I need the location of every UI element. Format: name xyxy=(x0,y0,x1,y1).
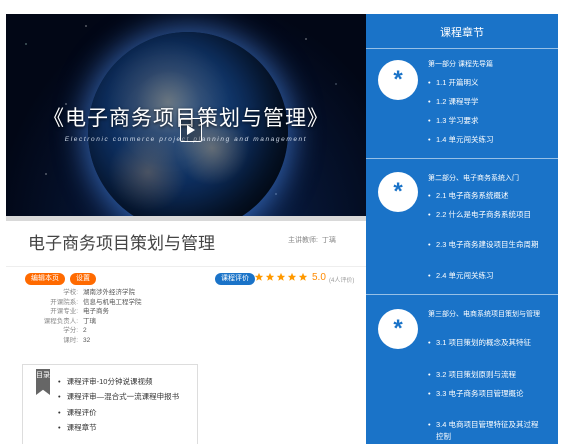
meta-label: 学校: xyxy=(63,289,78,296)
panel-divider xyxy=(366,48,558,49)
chapter-1-item-3[interactable]: • 1.3 学习要求 xyxy=(428,115,548,127)
meta-value: 湖南涉外经济学院 xyxy=(83,289,135,296)
course-meta-list: 学校: 湖南涉外经济学院 开课院系: 信息与机电工程学院 开课专业: 电子商务 … xyxy=(30,288,142,346)
toc-item-review-video[interactable]: 课程评审-10分钟说课视频 xyxy=(58,374,179,389)
star-icon xyxy=(254,272,264,281)
toc-item-chapters[interactable]: 课程章节 xyxy=(58,420,179,435)
meta-value: 32 xyxy=(83,336,91,344)
play-button[interactable] xyxy=(180,118,202,142)
star-icon xyxy=(298,272,308,281)
chapter-panel-title: 课程章节 xyxy=(440,27,484,39)
meta-label: 学分: xyxy=(63,327,78,335)
chapter-3-item-3[interactable]: • 3.3 电子商务项目管理概论 xyxy=(428,388,548,400)
meta-row-major: 开课专业: 电子商务 xyxy=(30,307,142,317)
meta-row-hours: 课时: 32 xyxy=(30,336,142,346)
teacher-label: 主讲教师: xyxy=(288,237,318,244)
toc-item-evaluation[interactable]: 课程评价 xyxy=(58,405,179,420)
chapter-1-item-1[interactable]: • 1.1 开篇明义 xyxy=(428,77,548,89)
chapter-2-icon: * xyxy=(378,172,418,212)
chapter-1-icon: * xyxy=(378,60,418,100)
course-evaluation-button[interactable]: 课程评价 xyxy=(215,273,255,285)
meta-value: 丁璃 xyxy=(83,317,96,325)
video-progress-bar[interactable] xyxy=(6,216,366,221)
rating-stars xyxy=(254,272,308,282)
chapter-1-item-4[interactable]: • 1.4 单元闯关练习 xyxy=(428,134,548,146)
panel-divider xyxy=(366,158,558,159)
meta-label: 开课院系: xyxy=(50,298,78,306)
star-icon xyxy=(276,272,286,281)
toc-item-application[interactable]: 课程评审—混合式一流课程申报书 xyxy=(58,389,180,404)
chapter-3-item-2[interactable]: • 3.2 项目策划原则与流程 xyxy=(428,369,548,381)
teacher-name[interactable]: 丁璃 xyxy=(322,237,336,244)
chapter-3-item-1[interactable]: • 3.1 项目策划的概念及其特征 xyxy=(428,337,548,349)
panel-divider xyxy=(366,294,558,295)
course-page: 《电子商务项目策划与管理》 Electronic commerce projec… xyxy=(0,0,571,444)
chapter-2-item-2[interactable]: • 2.2 什么是电子商务系统项目 xyxy=(428,209,548,221)
meta-label: 开课专业: xyxy=(50,308,78,316)
rating-score: 5.0 xyxy=(312,272,326,283)
chapter-3-title[interactable]: 第三部分、电商系统项目策划与管理 xyxy=(428,310,552,320)
meta-value: 电子商务 xyxy=(83,308,109,316)
teacher-info: 主讲教师: 丁璃 xyxy=(288,235,336,245)
star-icon xyxy=(265,272,275,281)
star-icon xyxy=(287,272,297,281)
play-icon xyxy=(187,125,195,135)
meta-label: 课程负责人: xyxy=(43,317,78,325)
meta-row-lead: 课程负责人: 丁璃 xyxy=(30,317,142,327)
chapter-2-title[interactable]: 第二部分、电子商务系统入门 xyxy=(428,174,552,184)
chapter-2-item-4[interactable]: • 2.4 单元闯关练习 xyxy=(428,270,548,282)
chapter-3-icon: * xyxy=(378,309,418,349)
meta-row-department: 开课院系: 信息与机电工程学院 xyxy=(30,298,142,308)
edit-page-button[interactable]: 编辑本页 xyxy=(25,273,65,285)
meta-label: 课时: xyxy=(63,336,78,344)
course-video[interactable]: 《电子商务项目策划与管理》 Electronic commerce projec… xyxy=(6,14,366,216)
meta-row-school: 学校: 湖南涉外经济学院 xyxy=(30,288,142,298)
chapter-3-item-4[interactable]: • 3.4 电商项目管理特征及其过程控制 xyxy=(428,419,548,442)
meta-row-credits: 学分: 2 xyxy=(30,326,142,336)
chapter-2-item-1[interactable]: • 2.1 电子商务系统概述 xyxy=(428,190,548,202)
course-title: 电子商务项目策划与管理 xyxy=(28,234,215,253)
meta-value: 2 xyxy=(83,327,87,335)
settings-button[interactable]: 设置 xyxy=(70,273,96,285)
chapter-panel: 课程章节 * 第一部分 课程先导篇 • 1.1 开篇明义 • 1.2 课程导学 • 1… xyxy=(366,14,558,444)
meta-value: 信息与机电工程学院 xyxy=(83,298,142,306)
chapter-1-title[interactable]: 第一部分 课程先导篇 xyxy=(428,60,552,70)
chapter-1-item-2[interactable]: • 1.2 课程导学 xyxy=(428,96,548,108)
chapter-2-item-3[interactable]: • 2.3 电子商务建设项目生命周期 xyxy=(428,239,548,251)
toc-list: 课程评审-10分钟说课视频 课程评审—混合式一流课程申报书 课程评价 课程章节 xyxy=(58,374,180,435)
rating-count: (4人评价) xyxy=(329,278,355,284)
